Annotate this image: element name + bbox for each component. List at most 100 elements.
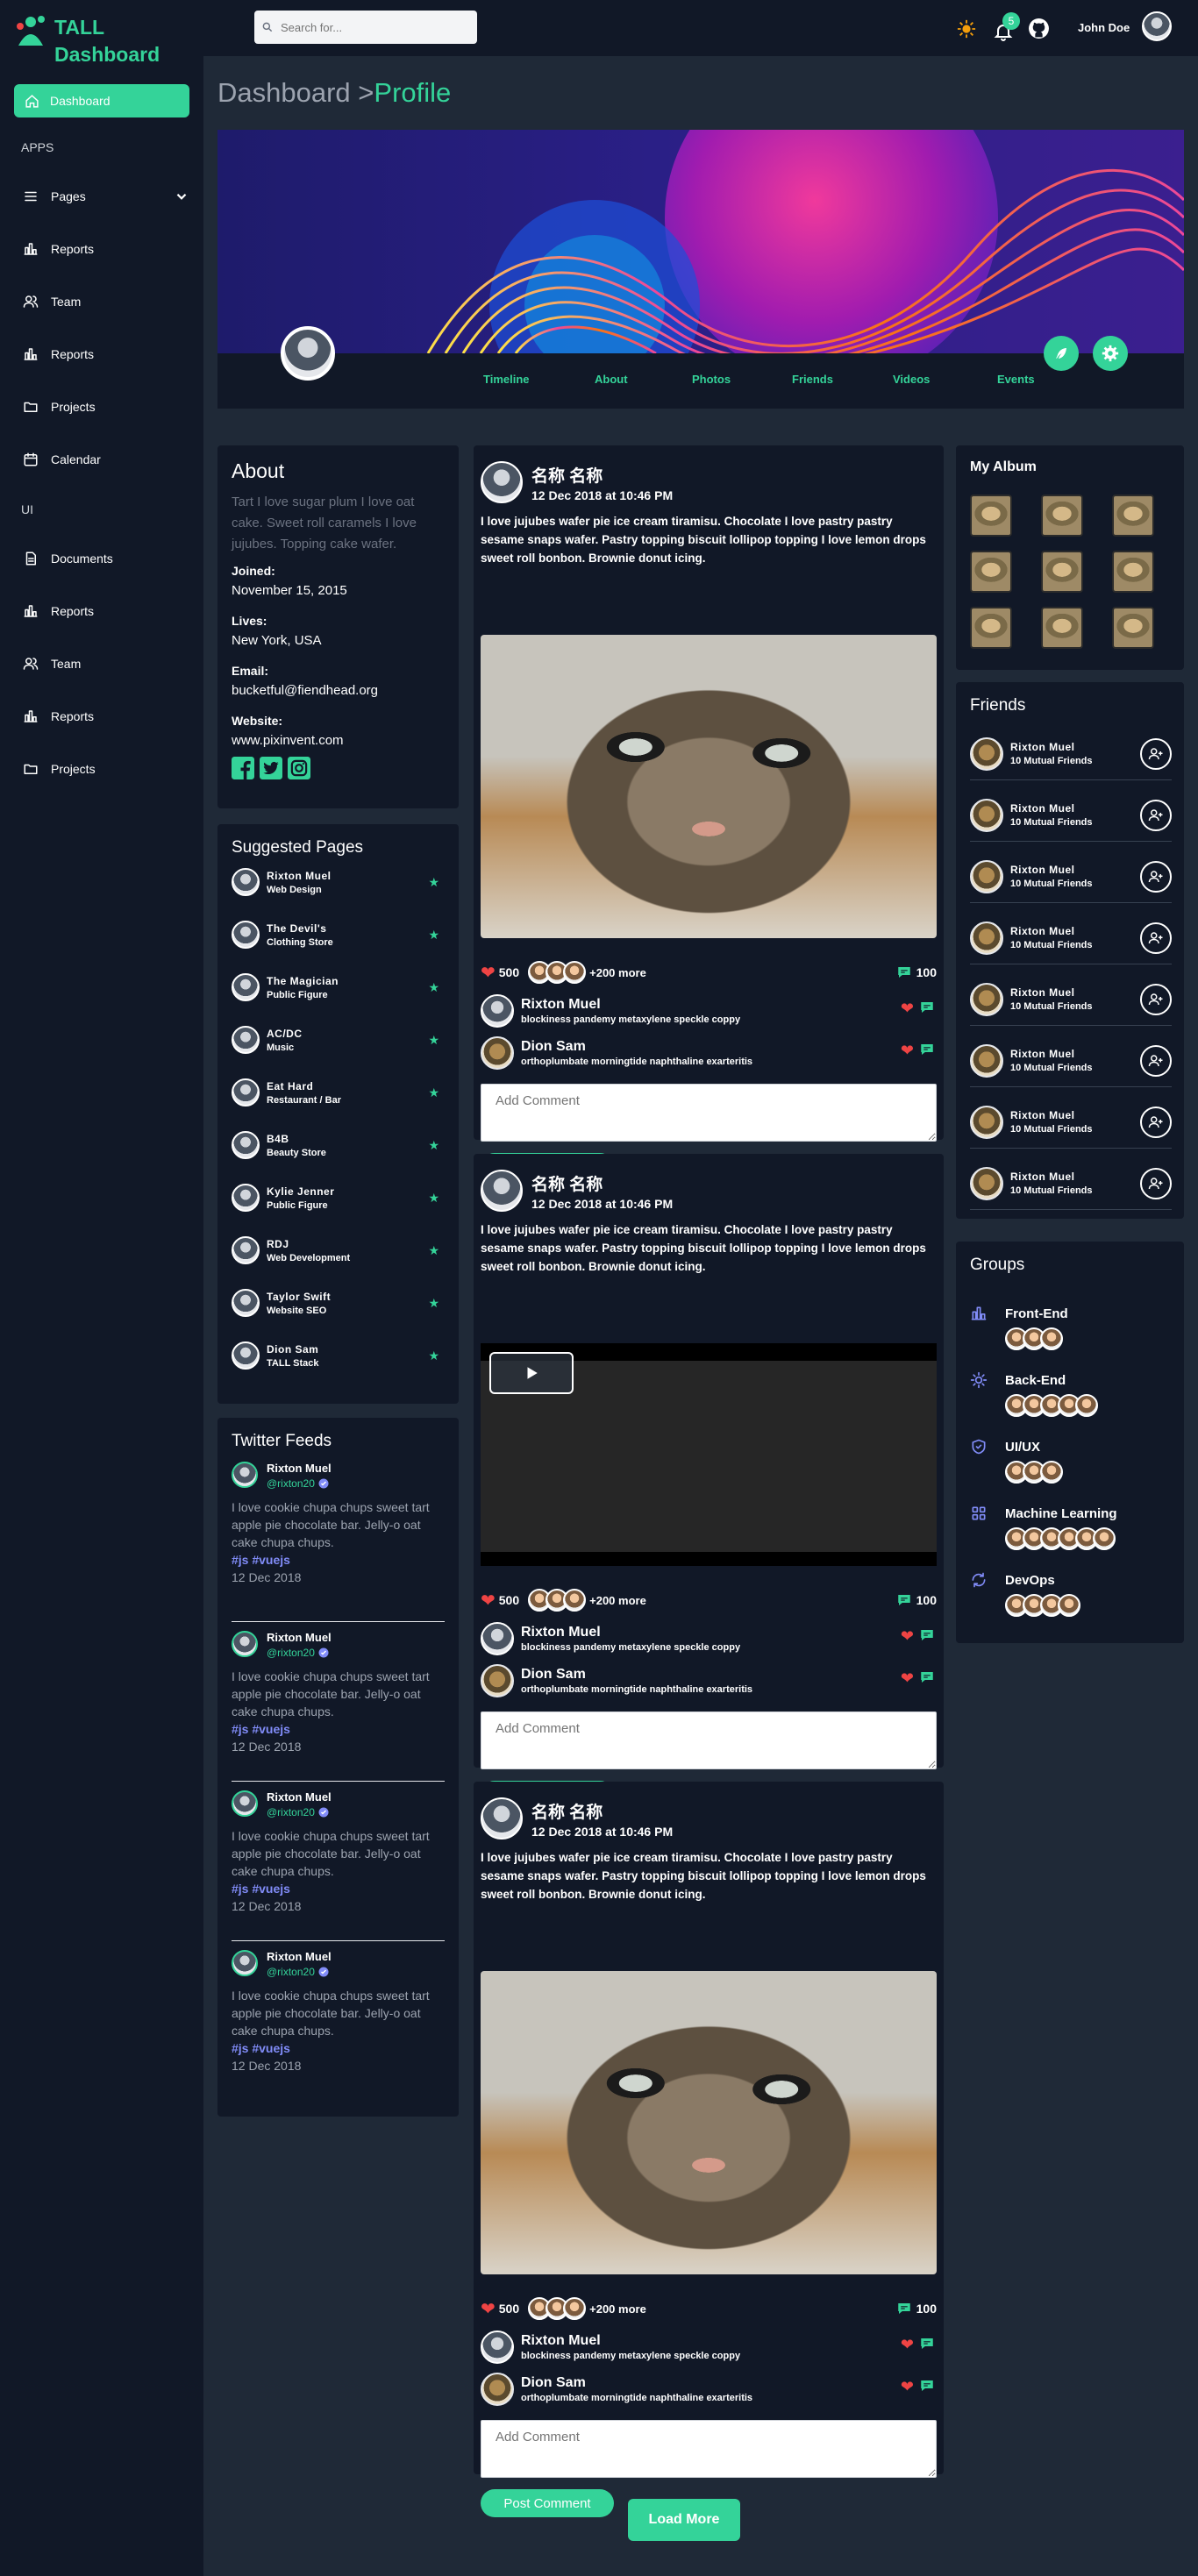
star-icon[interactable]: ★: [428, 1348, 439, 1363]
facebook-icon[interactable]: [232, 757, 254, 779]
comment-input[interactable]: [481, 2420, 937, 2478]
add-friend-button[interactable]: [1140, 1167, 1172, 1199]
star-icon[interactable]: ★: [428, 1296, 439, 1311]
suggested-page-item[interactable]: B4B Beauty Store ★: [232, 1128, 445, 1163]
group-item[interactable]: UI/UX: [970, 1438, 1172, 1491]
like-icon[interactable]: ❤: [481, 2298, 496, 2320]
github-icon[interactable]: [1028, 18, 1050, 39]
profile-avatar[interactable]: [281, 326, 335, 381]
friend-item[interactable]: Rixton Muel 10 Mutual Friends: [970, 728, 1172, 780]
group-item[interactable]: Front-End: [970, 1305, 1172, 1357]
load-more-button[interactable]: Load More: [628, 2499, 740, 2541]
friend-item[interactable]: Rixton Muel 10 Mutual Friends: [970, 789, 1172, 842]
tweet-handle[interactable]: @rixton20: [267, 1477, 315, 1490]
nav-item-projects[interactable]: Projects: [23, 399, 189, 415]
tab-photos[interactable]: Photos: [692, 373, 731, 386]
likers-more[interactable]: +200 more: [589, 2302, 646, 2316]
app-logo[interactable]: TALL Dashboard: [16, 14, 160, 68]
notifications[interactable]: 5: [989, 12, 1021, 44]
suggested-page-item[interactable]: The Devil's Clothing Store ★: [232, 917, 445, 952]
friend-item[interactable]: Rixton Muel 10 Mutual Friends: [970, 973, 1172, 1026]
post-author-avatar[interactable]: [481, 461, 523, 503]
nav-item-projects[interactable]: Projects: [23, 761, 189, 777]
edit-profile-button[interactable]: [1044, 336, 1079, 371]
email-value[interactable]: bucketful@fiendhead.org: [232, 683, 445, 698]
user-avatar[interactable]: [1142, 11, 1172, 41]
friend-item[interactable]: Rixton Muel 10 Mutual Friends: [970, 1157, 1172, 1210]
album-photo[interactable]: [970, 551, 1012, 593]
like-comment-icon[interactable]: ❤: [901, 2336, 914, 2354]
add-friend-button[interactable]: [1140, 1044, 1172, 1077]
settings-button[interactable]: [1093, 336, 1128, 371]
tweet-handle[interactable]: @rixton20: [267, 1966, 315, 1978]
play-button[interactable]: [489, 1352, 574, 1394]
nav-item-reports[interactable]: Reports: [23, 241, 189, 257]
add-friend-button[interactable]: [1140, 737, 1172, 770]
album-photo[interactable]: [1041, 495, 1083, 537]
album-photo[interactable]: [1041, 551, 1083, 593]
add-friend-button[interactable]: [1140, 860, 1172, 893]
album-photo[interactable]: [970, 495, 1012, 537]
nav-item-calendar[interactable]: Calendar: [23, 452, 189, 467]
tweet-handle[interactable]: @rixton20: [267, 1806, 315, 1818]
reply-icon[interactable]: [919, 1627, 935, 1643]
twitter-icon[interactable]: [260, 757, 282, 779]
tweet-tags[interactable]: #js #vuejs: [232, 1722, 445, 1736]
tab-friends[interactable]: Friends: [792, 373, 833, 386]
tab-events[interactable]: Events: [997, 373, 1035, 386]
comments-icon[interactable]: [896, 964, 912, 980]
breadcrumb-parent[interactable]: Dashboard: [217, 77, 351, 108]
group-item[interactable]: DevOps: [970, 1571, 1172, 1624]
reply-icon[interactable]: [919, 2336, 935, 2352]
add-friend-button[interactable]: [1140, 799, 1172, 831]
suggested-page-item[interactable]: Eat Hard Restaurant / Bar ★: [232, 1075, 445, 1110]
suggested-page-item[interactable]: Dion Sam TALL Stack ★: [232, 1338, 445, 1373]
like-comment-icon[interactable]: ❤: [901, 2378, 914, 2396]
nav-item-pages[interactable]: Pages: [23, 189, 189, 204]
suggested-page-item[interactable]: RDJ Web Development ★: [232, 1233, 445, 1268]
suggested-page-item[interactable]: AC/DC Music ★: [232, 1022, 445, 1057]
add-friend-button[interactable]: [1140, 922, 1172, 954]
post-author[interactable]: 名称 名称: [531, 1799, 673, 1823]
likers-avatars[interactable]: [528, 961, 587, 984]
suggested-page-item[interactable]: Taylor Swift Website SEO ★: [232, 1285, 445, 1320]
tweet-handle[interactable]: @rixton20: [267, 1647, 315, 1659]
reply-icon[interactable]: [919, 1669, 935, 1685]
post-image[interactable]: [481, 635, 937, 938]
reply-icon[interactable]: [919, 2378, 935, 2394]
star-icon[interactable]: ★: [428, 1138, 439, 1153]
post-author[interactable]: 名称 名称: [531, 1171, 673, 1195]
post-author[interactable]: 名称 名称: [531, 463, 673, 487]
nav-item-team[interactable]: Team: [23, 656, 189, 672]
star-icon[interactable]: ★: [428, 1191, 439, 1206]
star-icon[interactable]: ★: [428, 1085, 439, 1100]
tweet-tags[interactable]: #js #vuejs: [232, 2041, 445, 2055]
friend-item[interactable]: Rixton Muel 10 Mutual Friends: [970, 912, 1172, 964]
search-input[interactable]: [281, 20, 465, 34]
user-name[interactable]: John Doe: [1078, 21, 1130, 34]
album-photo[interactable]: [1112, 551, 1154, 593]
tab-videos[interactable]: Videos: [893, 373, 930, 386]
friend-item[interactable]: Rixton Muel 10 Mutual Friends: [970, 850, 1172, 903]
like-comment-icon[interactable]: ❤: [901, 1669, 914, 1688]
star-icon[interactable]: ★: [428, 1033, 439, 1048]
album-photo[interactable]: [1112, 607, 1154, 649]
nav-item-documents[interactable]: Documents: [23, 551, 189, 566]
post-video[interactable]: [481, 1343, 937, 1566]
likers-avatars[interactable]: [528, 1589, 587, 1612]
post-author-avatar[interactable]: [481, 1170, 523, 1212]
post-comment-button[interactable]: Post Comment: [481, 2489, 614, 2517]
comments-icon[interactable]: [896, 2301, 912, 2316]
nav-item-dashboard[interactable]: Dashboard: [14, 84, 189, 117]
tweet-tags[interactable]: #js #vuejs: [232, 1882, 445, 1896]
reply-icon[interactable]: [919, 1042, 935, 1057]
like-icon[interactable]: ❤: [481, 1590, 496, 1612]
website-value[interactable]: www.pixinvent.com: [232, 733, 445, 748]
post-image[interactable]: [481, 1971, 937, 2274]
search-bar[interactable]: [254, 11, 477, 44]
tab-about[interactable]: About: [595, 373, 628, 386]
like-comment-icon[interactable]: ❤: [901, 1627, 914, 1646]
likers-avatars[interactable]: [528, 2297, 587, 2320]
star-icon[interactable]: ★: [428, 980, 439, 995]
suggested-page-item[interactable]: Kylie Jenner Public Figure ★: [232, 1180, 445, 1215]
